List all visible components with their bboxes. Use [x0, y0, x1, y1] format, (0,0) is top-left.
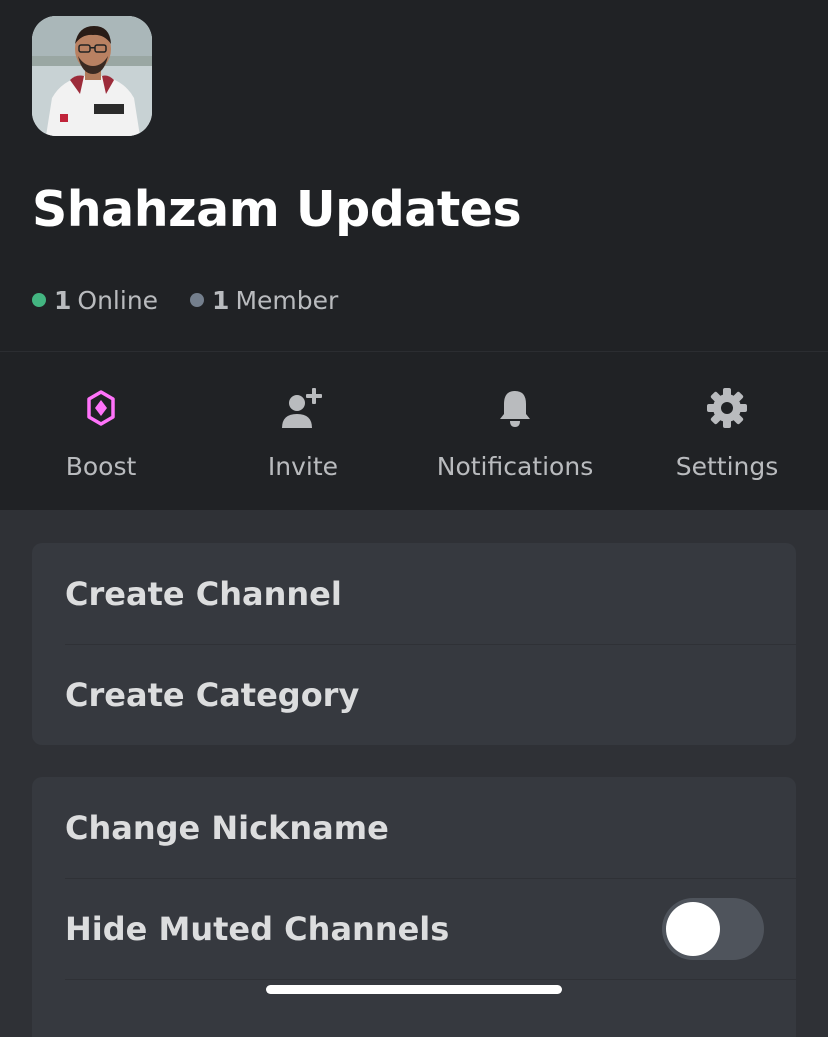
create-category-item[interactable]: Create Category — [32, 644, 796, 745]
create-category-label: Create Category — [65, 675, 360, 714]
create-channel-item[interactable]: Create Channel — [32, 543, 796, 644]
notifications-label: Notifications — [436, 452, 594, 481]
header-divider — [0, 351, 828, 352]
boost-label: Boost — [65, 452, 137, 481]
boost-gem-icon — [78, 385, 124, 431]
add-person-icon — [280, 385, 326, 431]
bell-icon — [492, 385, 538, 431]
server-stats: 1 Online 1 Member — [32, 282, 370, 318]
settings-label: Settings — [675, 452, 779, 481]
member-label: Member — [235, 285, 339, 315]
hide-muted-channels-label: Hide Muted Channels — [65, 909, 450, 948]
online-number: 1 — [54, 285, 72, 315]
settings-button[interactable]: Settings — [627, 380, 827, 490]
channel-menu-card: Create Channel Create Category — [32, 543, 796, 745]
member-status-dot-icon — [190, 293, 205, 307]
toggle-knob — [666, 902, 720, 956]
home-indicator[interactable] — [266, 985, 562, 994]
invite-label: Invite — [267, 452, 339, 481]
change-nickname-label: Change Nickname — [65, 808, 389, 847]
hide-muted-channels-item: Hide Muted Channels — [32, 878, 796, 979]
create-channel-label: Create Channel — [65, 574, 342, 613]
boost-button[interactable]: Boost — [1, 380, 201, 490]
online-status-dot-icon — [32, 293, 46, 307]
online-count: 1 Online — [32, 286, 158, 315]
server-name: Shahzam Updates — [32, 181, 522, 238]
server-header: Shahzam Updates 1 Online 1 Member Boost — [0, 0, 828, 510]
hide-muted-channels-toggle[interactable] — [662, 898, 764, 960]
member-count: 1 Member — [190, 286, 338, 315]
avatar-photo-icon — [32, 16, 152, 136]
invite-button[interactable]: Invite — [203, 380, 403, 490]
server-avatar[interactable] — [32, 16, 152, 136]
notifications-button[interactable]: Notifications — [415, 380, 615, 490]
gear-icon — [704, 385, 750, 431]
member-menu-card: Change Nickname Hide Muted Channels — [32, 777, 796, 1037]
member-number: 1 — [212, 285, 230, 315]
change-nickname-item[interactable]: Change Nickname — [32, 777, 796, 878]
online-label: Online — [77, 285, 159, 315]
